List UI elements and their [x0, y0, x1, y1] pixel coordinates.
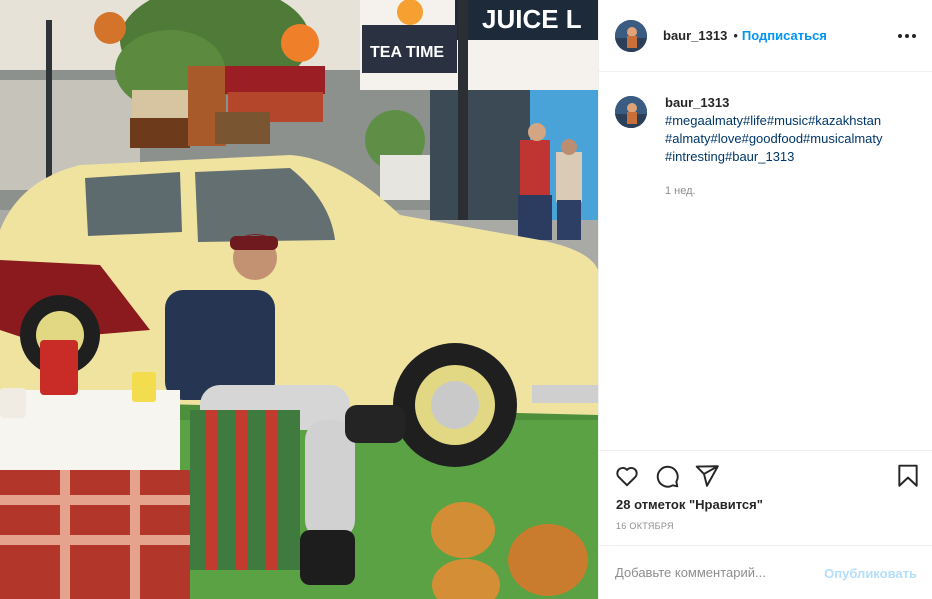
- comment-form: Опубликовать: [599, 545, 932, 599]
- juice-lab-sign-text: JUICE L: [482, 4, 582, 34]
- caption-timestamp[interactable]: 1 нед.: [665, 182, 921, 200]
- caption-username[interactable]: baur_1313: [665, 94, 921, 112]
- action-bar: [599, 450, 932, 500]
- post-panel: baur_1313 • Подписаться baur_1313 #megaa…: [598, 0, 932, 599]
- tea-time-sign-text: TEA TIME: [370, 44, 444, 61]
- share-icon[interactable]: [694, 463, 720, 489]
- caption-text: baur_1313 #megaalmaty#life#music#kazakhs…: [665, 94, 921, 200]
- follow-button[interactable]: Подписаться: [742, 28, 827, 43]
- caption-hashtags[interactable]: #megaalmaty#life#music#kazakhstan #almat…: [665, 112, 921, 166]
- avatar[interactable]: [615, 19, 647, 52]
- comment-input[interactable]: [615, 565, 815, 580]
- comment-icon[interactable]: [654, 463, 680, 489]
- post-photo[interactable]: JUICE L TEA TIME: [0, 0, 598, 599]
- username-link[interactable]: baur_1313: [663, 28, 727, 43]
- publish-button[interactable]: Опубликовать: [824, 566, 917, 581]
- separator-dot: •: [733, 28, 738, 43]
- post-header: baur_1313 • Подписаться: [599, 0, 932, 72]
- heart-icon[interactable]: [614, 463, 640, 489]
- post-date[interactable]: 16 ОКТЯБРЯ: [616, 521, 674, 531]
- post-caption: baur_1313 #megaalmaty#life#music#kazakhs…: [615, 94, 921, 200]
- more-options-icon[interactable]: [895, 26, 919, 46]
- likes-count[interactable]: 28 отметок "Нравится": [616, 497, 763, 512]
- caption-avatar[interactable]: [615, 96, 647, 128]
- bookmark-icon[interactable]: [895, 463, 921, 489]
